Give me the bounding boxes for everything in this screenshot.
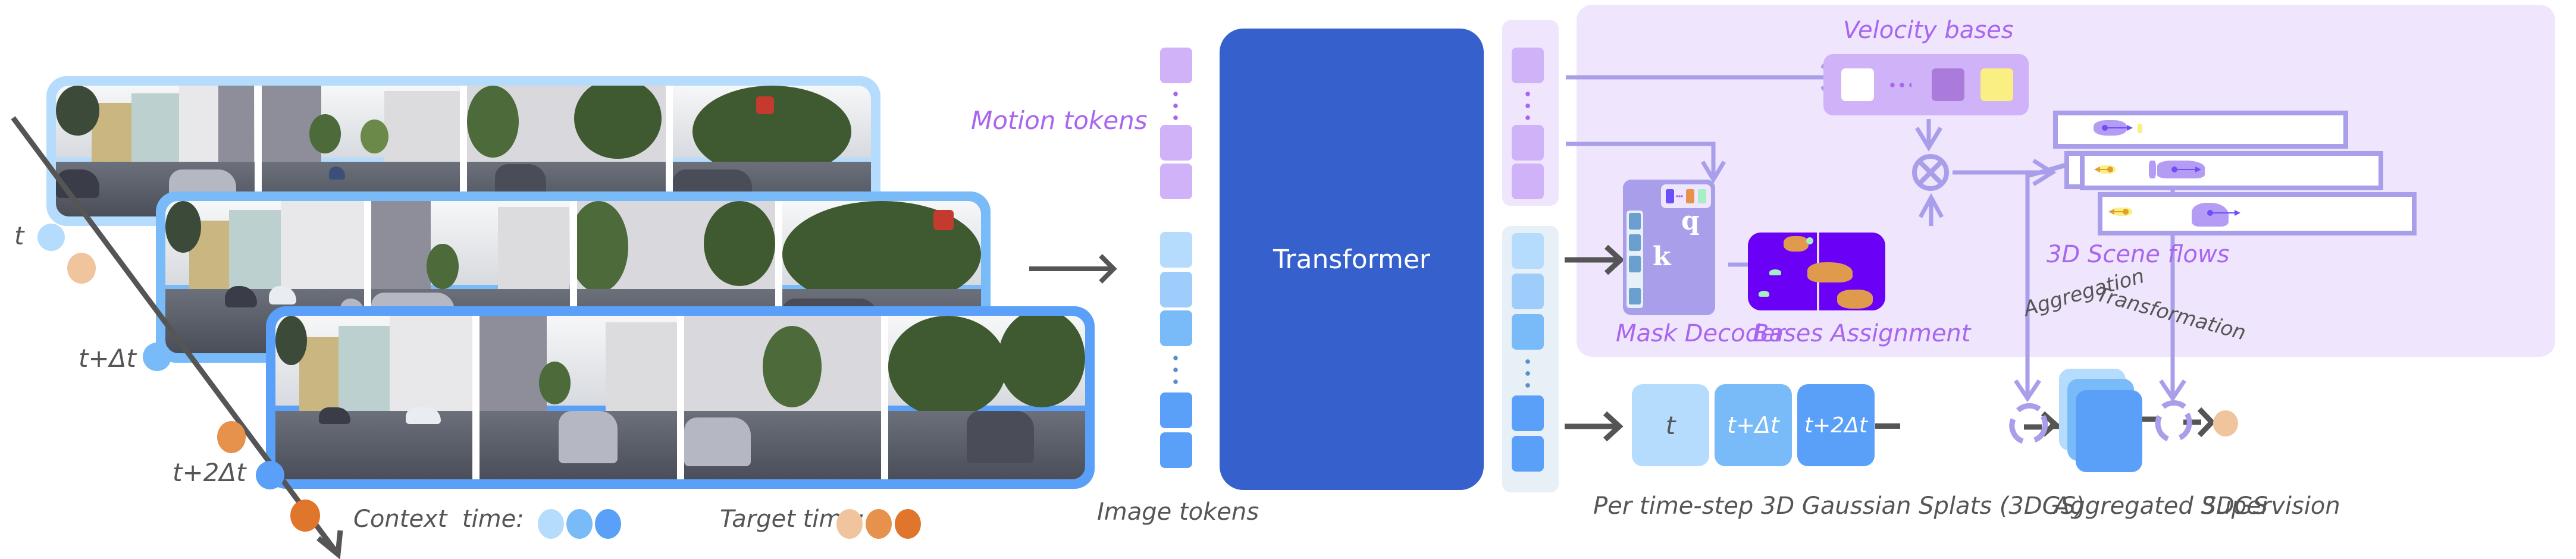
transformer-block: Transformer — [1220, 29, 1484, 490]
context-legend-dot — [538, 509, 564, 539]
context-dot-t — [37, 224, 65, 251]
context-dot-t-plus-2dt — [256, 461, 284, 489]
aggregate-rotate-icon — [2009, 403, 2048, 444]
image-token — [1160, 272, 1192, 307]
image-output-token — [1512, 395, 1544, 431]
timeline-label-t-plus-dt: t+Δt — [79, 344, 136, 373]
image-token — [1160, 392, 1192, 428]
timeline-label-t: t — [14, 221, 24, 250]
motion-token — [1160, 48, 1192, 83]
scene-flow-frame — [2080, 151, 2383, 190]
query-symbol: q — [1681, 206, 1700, 236]
key-token — [1629, 256, 1641, 272]
mask-decoder-block: q k — [1623, 180, 1715, 315]
motion-output-token — [1512, 164, 1544, 199]
key-token — [1629, 288, 1641, 304]
scene-flow-frame — [2053, 111, 2348, 149]
key-tokens — [1627, 211, 1643, 308]
velocity-bases-label: Velocity bases — [1843, 17, 2014, 44]
ellipsis-icon — [1525, 356, 1530, 391]
gaussian-step-t-plus-dt: t+Δt — [1715, 384, 1792, 466]
query-token — [1698, 189, 1706, 203]
motion-token — [1160, 164, 1192, 199]
ellipsis-icon — [1676, 195, 1683, 197]
target-dot-3 — [290, 500, 320, 532]
key-token — [1629, 213, 1641, 230]
target-dot-2 — [217, 421, 246, 453]
context-legend-dot — [566, 509, 593, 539]
ellipsis-icon — [1888, 83, 1911, 87]
key-token — [1629, 234, 1641, 251]
image-tokens-label: Image tokens — [1097, 498, 1259, 526]
gaussian-step-t-plus-2dt: t+2Δt — [1797, 384, 1875, 466]
target-legend-dot — [895, 509, 921, 539]
target-dot-1 — [67, 253, 96, 284]
velocity-basis — [1932, 68, 1964, 101]
transformer-label: Transformer — [1273, 244, 1431, 275]
velocity-bases-block — [1823, 54, 2029, 115]
motion-token — [1160, 125, 1192, 161]
image-output-token — [1512, 274, 1544, 309]
query-token — [1666, 189, 1674, 203]
query-token — [1686, 189, 1694, 203]
flow-vector-icon — [2195, 167, 2201, 172]
aggregated-layer — [2076, 390, 2142, 472]
bases-assignment-label: Bases Assignment — [1753, 320, 1971, 347]
supervision-label: Supervision — [2201, 492, 2340, 520]
image-output-token — [1512, 314, 1544, 350]
motion-output-token — [1512, 48, 1544, 83]
scene-flow-frame — [2098, 192, 2417, 235]
context-time-label: Context time: — [353, 505, 524, 533]
context-legend-dot — [595, 509, 621, 539]
image-token — [1160, 432, 1192, 468]
image-output-token — [1512, 233, 1544, 269]
gaussian-step-label: t+Δt — [1727, 412, 1779, 438]
image-token — [1160, 310, 1192, 346]
timeline-label-t-plus-2dt: t+2Δt — [173, 458, 246, 487]
motion-output-token — [1512, 125, 1544, 161]
key-symbol: k — [1653, 241, 1671, 272]
context-dot-t-plus-dt — [143, 343, 171, 371]
flow-vector-icon — [2127, 125, 2133, 131]
ellipsis-icon — [1525, 88, 1530, 124]
bases-assignment-map — [1748, 233, 1885, 310]
image-output-token — [1512, 436, 1544, 472]
velocity-basis — [1980, 68, 2013, 101]
target-legend-dot — [866, 509, 892, 539]
target-legend-dot — [836, 509, 863, 539]
flow-vector-icon — [2235, 210, 2240, 216]
velocity-basis — [1841, 68, 1874, 101]
query-tokens — [1661, 184, 1711, 208]
connector — [1875, 423, 1900, 429]
flow-vector-icon — [2094, 167, 2100, 172]
ellipsis-icon — [1173, 352, 1178, 388]
gaussian-step-label: t — [1665, 410, 1676, 440]
image-token — [1160, 232, 1192, 268]
gaussian-step-label: t+2Δt — [1804, 413, 1867, 438]
gaussian-step-t: t — [1632, 384, 1709, 466]
motion-tokens-label: Motion tokens — [971, 106, 1148, 135]
ellipsis-icon — [1173, 88, 1178, 124]
flow-vector-icon — [2108, 209, 2114, 215]
per-step-3dgs-label: Per time-step 3D Gaussian Splats (3DGS) — [1593, 492, 2085, 520]
